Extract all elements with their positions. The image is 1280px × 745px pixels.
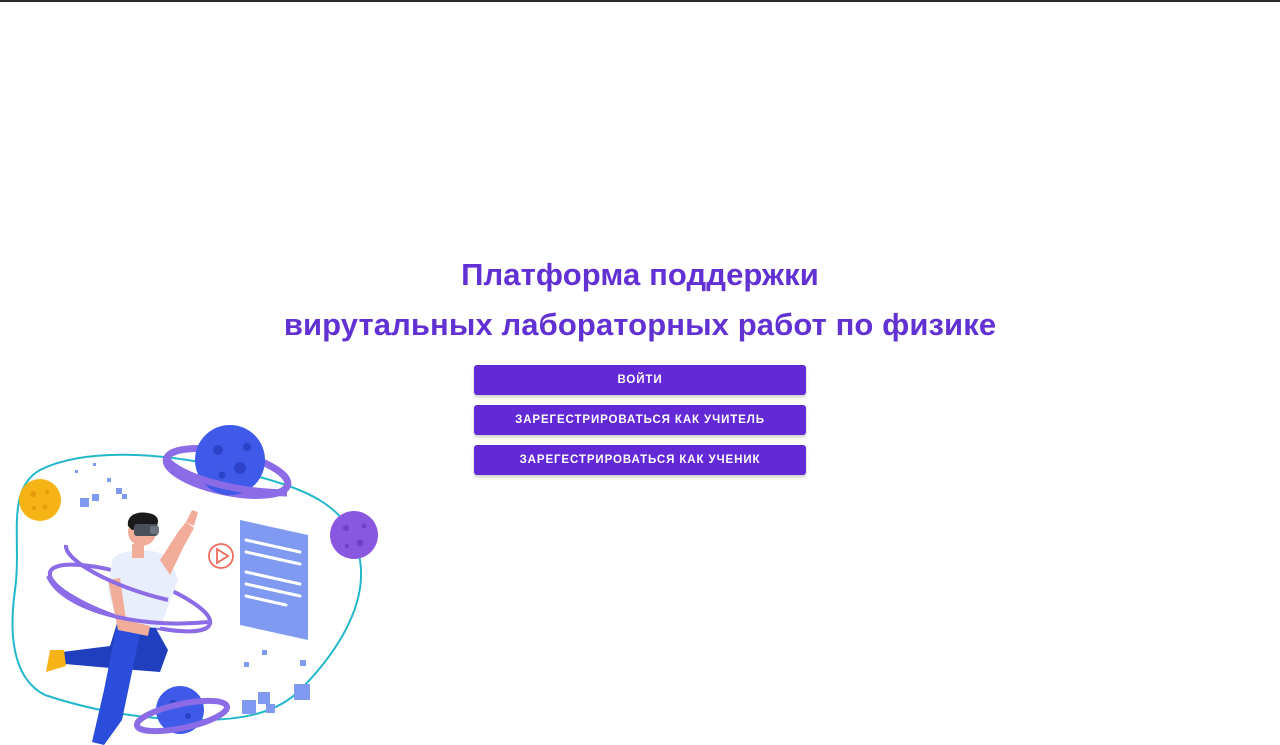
purple-planet-icon bbox=[330, 511, 378, 559]
blob-outline bbox=[11, 453, 363, 722]
register-teacher-button[interactable]: Зарегестрироваться как учитель bbox=[474, 405, 806, 435]
small-ringed-planet-icon bbox=[133, 686, 231, 735]
auth-actions: Войти Зарегестрироваться как учитель Зар… bbox=[474, 365, 806, 485]
ringed-planet-icon bbox=[162, 425, 292, 499]
play-icon bbox=[208, 543, 234, 569]
window-top-border bbox=[0, 0, 1280, 2]
page-title-line-1: Платформа поддержки bbox=[461, 257, 819, 292]
page-title-line-2: вирутальных лабораторных работ по физике bbox=[283, 307, 997, 342]
vr-space-illustration bbox=[11, 425, 378, 745]
login-button[interactable]: Войти bbox=[474, 365, 806, 395]
vr-headset-icon bbox=[134, 524, 159, 536]
register-student-button[interactable]: Зарегестрироваться как ученик bbox=[474, 445, 806, 475]
orange-planet-icon bbox=[19, 479, 61, 521]
landing-page: Платформа поддержки вирутальных лаборато… bbox=[0, 0, 1280, 745]
document-icon bbox=[240, 520, 308, 640]
